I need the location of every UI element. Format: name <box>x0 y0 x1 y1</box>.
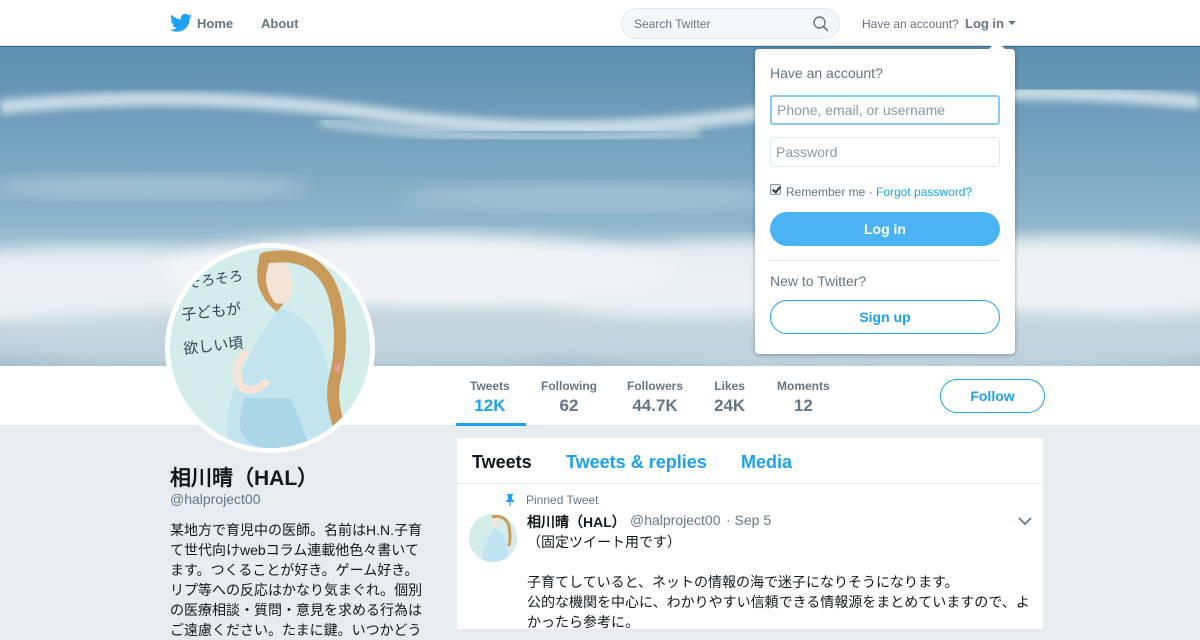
login-dropdown: Have an account? Phone, email, or userna… <box>755 41 1015 354</box>
nav-home-link[interactable]: Home <box>197 16 233 31</box>
new-to-twitter-label: New to Twitter? <box>770 273 867 289</box>
search-input[interactable]: Search Twitter <box>621 8 840 39</box>
remember-me-checkbox[interactable] <box>770 184 781 195</box>
stat-moments[interactable]: Moments 12 <box>777 379 830 416</box>
tab-tweets[interactable]: Tweets <box>472 452 532 473</box>
profile-name[interactable]: 相川晴（HAL） <box>170 462 318 492</box>
profile-handle[interactable]: @halproject00 <box>170 491 261 507</box>
timeline: Tweets Tweets & replies Media Pinned Twe… <box>456 437 1045 630</box>
tweet-author-handle[interactable]: @halproject00 <box>630 512 721 528</box>
follow-button[interactable]: Follow <box>940 379 1045 413</box>
search-placeholder: Search Twitter <box>634 17 711 31</box>
tweet-text: （固定ツイート用です） 子育てしていると、ネットの情報の海で迷子になりそうになり… <box>527 534 1030 630</box>
stat-label: Followers <box>627 379 684 393</box>
stat-value: 24K <box>714 396 746 415</box>
pinned-tweet-label: Pinned Tweet <box>526 493 599 507</box>
remember-me-label[interactable]: Remember me · <box>786 185 873 199</box>
signup-button[interactable]: Sign up <box>770 300 1000 334</box>
have-account-label: Have an account? <box>862 17 959 31</box>
tweet-date[interactable]: · Sep 5 <box>726 512 771 528</box>
tweet-avatar[interactable] <box>469 514 517 562</box>
stat-likes[interactable]: Likes 24K <box>714 379 745 416</box>
password-field[interactable]: Password <box>770 137 1000 167</box>
stat-value: 12 <box>793 396 813 415</box>
stat-followers[interactable]: Followers 44.7K <box>627 379 683 416</box>
stat-label: Moments <box>777 379 830 393</box>
top-navigation-bar: Home About Search Twitter Have an accoun… <box>0 0 1200 46</box>
stat-value: 12K <box>474 396 506 415</box>
pin-icon <box>506 494 514 506</box>
stat-tweets[interactable]: Tweets 12K <box>470 379 510 416</box>
stat-label: Following <box>541 379 597 393</box>
profile-avatar[interactable]: そろそろ 子どもが 欲しい頃 <box>165 243 375 453</box>
stat-label: Likes <box>714 379 745 393</box>
twitter-bird-icon[interactable] <box>170 13 192 33</box>
tab-tweets-replies[interactable]: Tweets & replies <box>566 452 707 473</box>
login-menu-link[interactable]: Log in <box>965 16 1004 31</box>
stat-following[interactable]: Following 62 <box>541 379 597 416</box>
timeline-tabs: Tweets Tweets & replies Media <box>457 438 1045 484</box>
dropdown-divider <box>770 260 1000 261</box>
tweet-author-name[interactable]: 相川晴（HAL） <box>527 512 626 532</box>
chevron-down-icon[interactable] <box>1018 516 1032 526</box>
active-stat-underline <box>456 423 526 426</box>
dropdown-title: Have an account? <box>770 65 883 81</box>
forgot-password-link[interactable]: Forgot password? <box>876 185 972 199</box>
login-button[interactable]: Log in <box>770 212 1000 246</box>
stat-value: 62 <box>559 396 579 415</box>
tweet-avatar-illustration <box>469 514 517 562</box>
stat-value: 44.7K <box>632 396 678 415</box>
nav-about-link[interactable]: About <box>261 16 299 31</box>
stat-label: Tweets <box>470 379 510 393</box>
search-icon[interactable] <box>813 16 829 32</box>
username-field[interactable]: Phone, email, or username <box>770 95 1000 125</box>
dropdown-caret <box>989 41 1005 49</box>
avatar-illustration: そろそろ 子どもが 欲しい頃 <box>170 248 370 448</box>
tab-media[interactable]: Media <box>741 452 792 473</box>
caret-down-icon[interactable] <box>1008 21 1016 25</box>
profile-bio: 某地方で育児中の医師。名前はH.N.子育 て世代向けwebコラム連載他色々書いて… <box>170 522 423 638</box>
